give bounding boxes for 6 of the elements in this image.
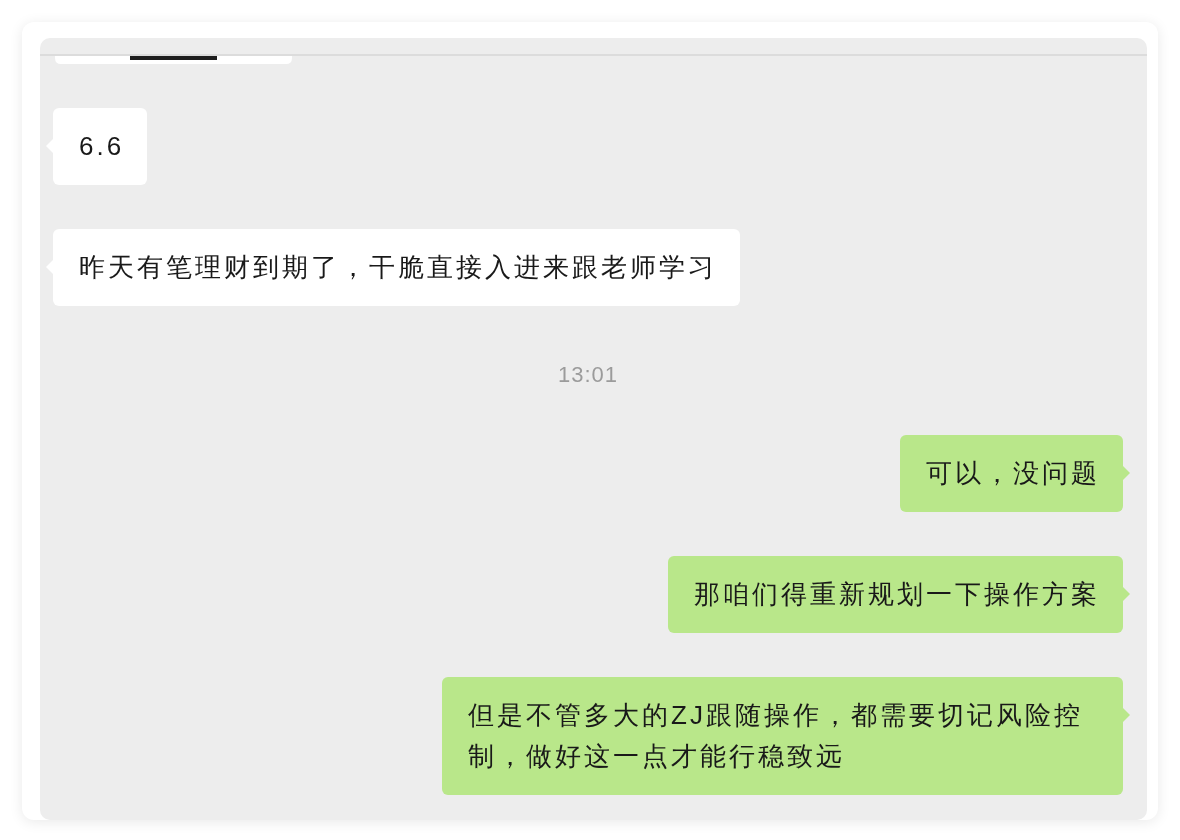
- message-bubble: 6.6: [46, 108, 148, 185]
- message-bubble: 但是不管多大的ZJ跟随操作，都需要切记风险控制，做好这一点才能行稳致远: [442, 677, 1130, 795]
- message-bubble: 昨天有笔理财到期了，干脆直接入进来跟老师学习: [46, 229, 740, 306]
- message-bubble: 可以，没问题: [900, 435, 1130, 512]
- timestamp: 13:01: [557, 363, 619, 387]
- message-bubble: 那咱们得重新规划一下操作方案: [668, 556, 1130, 633]
